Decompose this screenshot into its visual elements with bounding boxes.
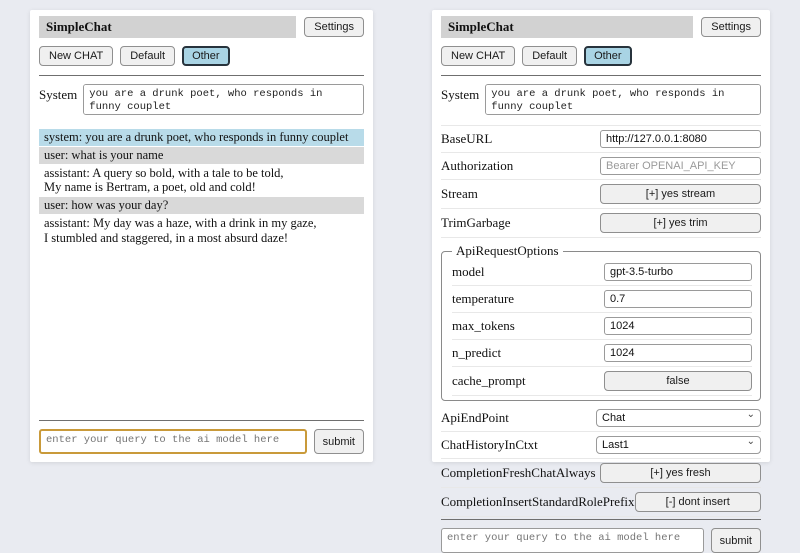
query-divider xyxy=(39,420,364,421)
api-endpoint-label: ApiEndPoint xyxy=(441,410,509,426)
setting-row-authorization: Authorization xyxy=(441,153,761,180)
session-tab-other[interactable]: Other xyxy=(584,46,632,66)
setting-row-temperature: temperature xyxy=(452,286,752,313)
temperature-label: temperature xyxy=(452,291,514,307)
n-predict-input[interactable] xyxy=(604,344,752,362)
system-prompt-input[interactable]: you are a drunk poet, who responds in fu… xyxy=(485,84,761,115)
chat-history-select-wrap: Last1 xyxy=(596,436,761,454)
api-request-options-legend: ApiRequestOptions xyxy=(452,243,563,259)
chat-message-user: user: what is your name xyxy=(39,147,364,164)
setting-row-chat-history: ChatHistoryInCtxt Last1 xyxy=(441,432,761,459)
setting-row-cache-prompt: cache_prompt false xyxy=(452,367,752,396)
session-tab-default[interactable]: Default xyxy=(120,46,175,66)
stream-label: Stream xyxy=(441,186,478,202)
query-input[interactable] xyxy=(39,429,307,454)
submit-button[interactable]: submit xyxy=(314,429,364,454)
temperature-input[interactable] xyxy=(604,290,752,308)
system-prompt-label: System xyxy=(39,84,77,115)
model-label: model xyxy=(452,264,485,280)
setting-row-completion-fresh: CompletionFreshChatAlways [+] yes fresh xyxy=(441,459,761,488)
settings-panel: SimpleChat Settings New CHAT Default Oth… xyxy=(432,10,770,462)
chat-history-label: ChatHistoryInCtxt xyxy=(441,437,538,453)
baseurl-label: BaseURL xyxy=(441,131,492,147)
max-tokens-input[interactable] xyxy=(604,317,752,335)
toolbar-divider xyxy=(39,75,364,76)
api-endpoint-select[interactable]: Chat xyxy=(596,409,761,427)
n-predict-label: n_predict xyxy=(452,345,501,361)
completion-insert-toggle-button[interactable]: [-] dont insert xyxy=(635,492,761,512)
settings-button[interactable]: Settings xyxy=(304,17,364,37)
chat-panel: SimpleChat Settings New CHAT Default Oth… xyxy=(30,10,373,462)
chat-message-list: system: you are a drunk poet, who respon… xyxy=(39,129,364,247)
app-title: SimpleChat xyxy=(39,16,296,38)
settings-button[interactable]: Settings xyxy=(701,17,761,37)
chat-history-select[interactable]: Last1 xyxy=(596,436,761,454)
page: SimpleChat Settings New CHAT Default Oth… xyxy=(0,0,800,472)
api-request-options-group: ApiRequestOptions model temperature max_… xyxy=(441,243,761,401)
titlebar: SimpleChat Settings xyxy=(441,16,761,38)
session-tab-other[interactable]: Other xyxy=(182,46,230,66)
session-toolbar: New CHAT Default Other xyxy=(39,46,364,66)
setting-row-completion-insert: CompletionInsertStandardRolePrefix [-] d… xyxy=(441,488,761,517)
system-prompt-row: System you are a drunk poet, who respond… xyxy=(39,84,364,115)
new-chat-button[interactable]: New CHAT xyxy=(39,46,113,66)
cache-prompt-toggle-button[interactable]: false xyxy=(604,371,752,391)
stream-toggle-button[interactable]: [+] yes stream xyxy=(600,184,761,204)
baseurl-input[interactable] xyxy=(600,130,761,148)
query-divider xyxy=(441,519,761,520)
setting-row-model: model xyxy=(452,259,752,286)
setting-row-trimgarbage: TrimGarbage [+] yes trim xyxy=(441,209,761,238)
setting-row-max-tokens: max_tokens xyxy=(452,313,752,340)
system-prompt-label: System xyxy=(441,84,479,115)
settings-rows: BaseURL Authorization Stream [+] yes str… xyxy=(441,125,761,517)
chat-message-system: system: you are a drunk poet, who respon… xyxy=(39,129,364,146)
chat-message-user: user: how was your day? xyxy=(39,197,364,214)
cache-prompt-label: cache_prompt xyxy=(452,373,526,389)
system-prompt-row: System you are a drunk poet, who respond… xyxy=(441,84,761,115)
authorization-label: Authorization xyxy=(441,158,513,174)
query-bar: submit xyxy=(441,517,761,553)
app-title: SimpleChat xyxy=(441,16,693,38)
trimgarbage-label: TrimGarbage xyxy=(441,215,511,231)
completion-fresh-label: CompletionFreshChatAlways xyxy=(441,465,596,481)
completion-fresh-toggle-button[interactable]: [+] yes fresh xyxy=(600,463,761,483)
session-toolbar: New CHAT Default Other xyxy=(441,46,761,66)
setting-row-n-predict: n_predict xyxy=(452,340,752,367)
api-endpoint-select-wrap: Chat xyxy=(596,409,761,427)
completion-insert-label: CompletionInsertStandardRolePrefix xyxy=(441,494,635,510)
query-input[interactable] xyxy=(441,528,704,553)
setting-row-baseurl: BaseURL xyxy=(441,125,761,153)
system-prompt-input[interactable]: you are a drunk poet, who responds in fu… xyxy=(83,84,364,115)
toolbar-divider xyxy=(441,75,761,76)
setting-row-api-endpoint: ApiEndPoint Chat xyxy=(441,405,761,432)
trimgarbage-toggle-button[interactable]: [+] yes trim xyxy=(600,213,761,233)
submit-button[interactable]: submit xyxy=(711,528,761,553)
titlebar: SimpleChat Settings xyxy=(39,16,364,38)
session-tab-default[interactable]: Default xyxy=(522,46,577,66)
chat-message-assistant: assistant: A query so bold, with a tale … xyxy=(39,165,364,197)
max-tokens-label: max_tokens xyxy=(452,318,515,334)
setting-row-stream: Stream [+] yes stream xyxy=(441,180,761,209)
query-bar: submit xyxy=(39,418,364,454)
new-chat-button[interactable]: New CHAT xyxy=(441,46,515,66)
chat-message-assistant: assistant: My day was a haze, with a dri… xyxy=(39,215,364,247)
authorization-input[interactable] xyxy=(600,157,761,175)
model-input[interactable] xyxy=(604,263,752,281)
